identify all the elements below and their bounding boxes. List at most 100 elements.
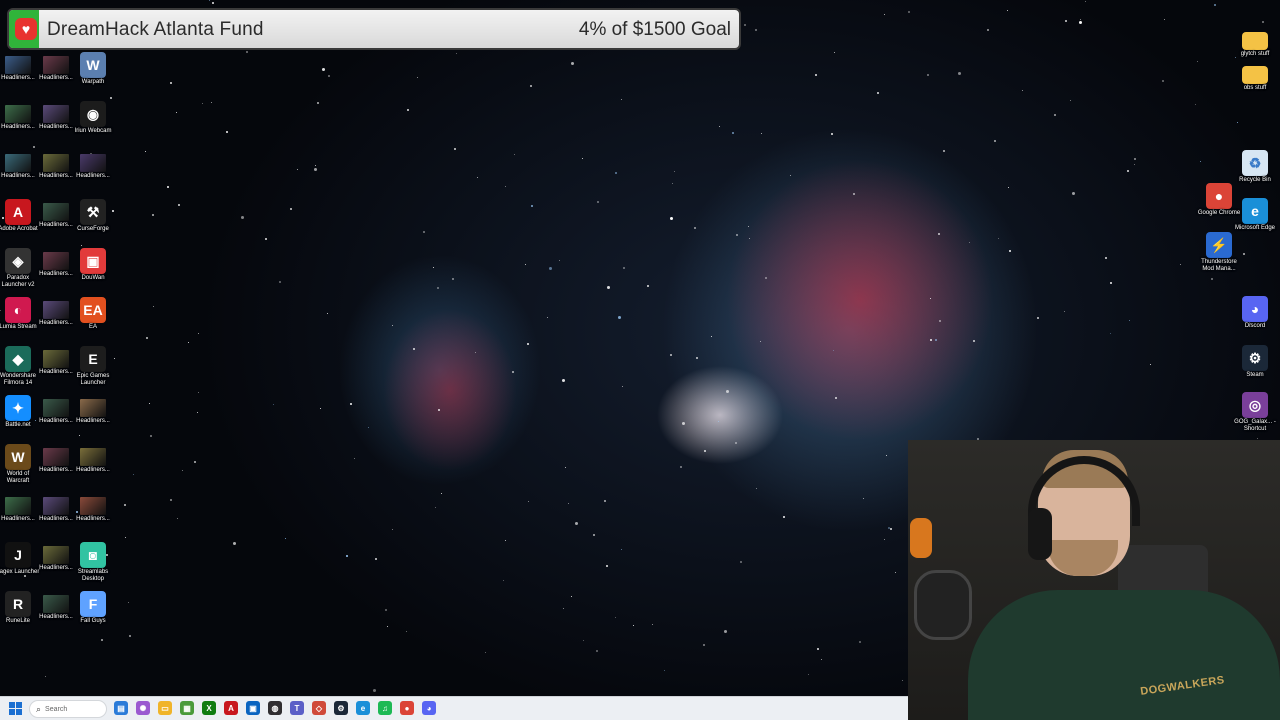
steam-icon[interactable]: ⚙ [334,701,348,715]
file-explorer-icon[interactable]: ▭ [158,701,172,715]
left-desktop-icon[interactable]: Headliners... [38,52,74,98]
left-desktop-icon[interactable]: Headliners... [38,150,74,196]
left-desktop-icon[interactable]: Headliners... [38,493,74,539]
filmora-icon: ◆ [5,346,31,372]
left-desktop-icon[interactable]: ⚒ CurseForge [75,199,111,245]
left-desktop-icon[interactable]: J Jagex Launcher [0,542,39,588]
desktop-icon-label: Headliners... [76,173,110,179]
left-desktop-icon[interactable]: Headliners... [38,346,74,392]
thumbnail-icon [43,497,69,515]
left-desktop-icon[interactable]: A Adobe Acrobat [0,199,38,245]
left-desktop-icon[interactable]: Headliners... [38,444,74,490]
left-desktop-icon[interactable]: R RuneLite [0,591,36,637]
thumbnail-icon [5,105,31,123]
desktop-icon-label: Iriun Webcam [74,128,112,134]
desktop-icon-label: Recycle Bin [1239,177,1271,183]
right-desktop-icon[interactable]: ⚡ Thunderstore Mod Mana... [1201,232,1237,278]
left-desktop-icon[interactable]: Headliners... [75,150,111,196]
app-icon[interactable]: ◇ [312,701,326,715]
desktop-icon-label: Fall Guys [80,618,106,624]
xbox-icon[interactable]: X [202,701,216,715]
desktop-icon-label: Warpath [81,79,105,85]
ea-icon: EA [80,297,106,323]
wow-icon: W [5,444,31,470]
left-desktop-icon[interactable]: Headliners... [38,591,74,637]
left-desktop-icon[interactable]: ✦ Battle.net [0,395,36,441]
spotify-icon[interactable]: ♫ [378,701,392,715]
left-desktop-icon[interactable]: Headliners... [0,493,36,539]
left-desktop-icon[interactable]: W Warpath [75,52,111,98]
desktop-icon-label: glytch stuff [1240,51,1270,57]
widgets-icon[interactable]: ▤ [114,701,128,715]
left-desktop-icon[interactable]: ◈ Paradox Launcher v2 [0,248,36,294]
left-desktop-icon[interactable]: Headliners... [38,395,74,441]
left-desktop-icon[interactable]: Headliners... [38,248,74,294]
desktop-icon-label: Headliners... [76,516,110,522]
streamlabs-icon: ◙ [80,542,106,568]
start-button[interactable] [9,702,22,715]
thumbnail-icon [43,350,69,368]
search-placeholder: Search [45,705,68,713]
left-desktop-icon[interactable]: Headliners... [75,444,111,490]
left-desktop-icon[interactable]: Headliners... [0,150,36,196]
left-desktop-icon[interactable]: ◐ Lumia Stream [0,297,37,343]
right-desktop-icon[interactable]: ♻ Recycle Bin [1237,150,1273,196]
right-desktop-icon[interactable]: ◕ Discord [1237,296,1273,342]
thumbnail-icon [80,448,106,466]
edge-icon[interactable]: e [356,701,370,715]
goal-progress-text: 4% of $1500 Goal [578,19,731,40]
gog-galaxy-icon: ◎ [1242,392,1268,418]
left-desktop-icon[interactable]: Headliners... [0,52,36,98]
left-desktop-icon[interactable]: Headliners... [38,297,74,343]
right-desktop-icon[interactable]: obs stuff [1237,62,1273,108]
discord-icon[interactable]: ◕ [422,701,436,715]
acrobat-icon[interactable]: A [224,701,238,715]
headset-earcup [1028,508,1052,560]
thumbnail-icon [5,56,31,74]
right-desktop-icon[interactable]: ◎ GOG_Galax... - Shortcut [1234,392,1276,438]
donation-goal-bar: ♥ DreamHack Atlanta Fund 4% of $1500 Goa… [7,8,741,50]
obs-icon[interactable]: ◍ [268,701,282,715]
left-desktop-icon[interactable]: W World of Warcraft [0,444,36,490]
webcam-icon: ◉ [80,101,106,127]
left-desktop-icon[interactable]: Headliners... [75,493,111,539]
right-desktop-icon[interactable]: ● Google Chrome [1198,183,1240,229]
left-desktop-icon[interactable]: ◆ Wondershare Filmora 14 [0,346,36,392]
left-desktop-icon[interactable]: EA EA [75,297,111,343]
left-desktop-icon[interactable]: F Fall Guys [75,591,111,637]
thumbnail-icon [43,301,69,319]
left-desktop-icon[interactable]: Headliners... [38,199,74,245]
copilot-icon[interactable]: ✺ [136,701,150,715]
right-desktop-icon[interactable]: e Microsoft Edge [1235,198,1275,244]
left-desktop-icon[interactable]: ◙ Streamlabs Desktop [75,542,111,588]
epic-games-icon: E [80,346,106,372]
chrome-icon[interactable]: ● [400,701,414,715]
lumia-icon: ◐ [5,297,31,323]
chrome-icon: ● [1206,183,1232,209]
minecraft-icon[interactable]: ▦ [180,701,194,715]
right-desktop-icon[interactable]: ⚙ Steam [1237,345,1273,391]
fallguys-icon: F [80,591,106,617]
left-desktop-icon[interactable]: Headliners... [0,101,36,147]
warpath-icon: W [80,52,106,78]
curseforge-icon: ⚒ [80,199,106,225]
desktop-icon-label: Headliners... [76,418,110,424]
left-desktop-icon[interactable]: ▣ DouWan [75,248,111,294]
left-desktop-icon[interactable]: ◉ Iriun Webcam [75,101,111,147]
runelite-icon: R [5,591,31,617]
teams-icon[interactable]: T [290,701,304,715]
thumbnail-icon [43,154,69,172]
thumbnail-icon [43,399,69,417]
thumbnail-icon [43,595,69,613]
left-desktop-icon[interactable]: Headliners... [75,395,111,441]
thumbnail-icon [43,448,69,466]
taskbar: ⌕ Search ▤ ✺ ▭ ▦ X A ▣ ◍ T ◇ ⚙ e ♫ ● ◕ [0,696,908,720]
left-desktop-icon[interactable]: Headliners... [38,542,74,588]
left-desktop-icon[interactable]: Headliners... [38,101,74,147]
taskbar-search[interactable]: ⌕ Search [29,700,107,718]
steam-icon: ⚙ [1242,345,1268,371]
thumbnail-icon [5,154,31,172]
desktop-icon-label: Microsoft Edge [1234,225,1276,231]
left-desktop-icon[interactable]: E Epic Games Launcher [75,346,111,392]
store-icon[interactable]: ▣ [246,701,260,715]
